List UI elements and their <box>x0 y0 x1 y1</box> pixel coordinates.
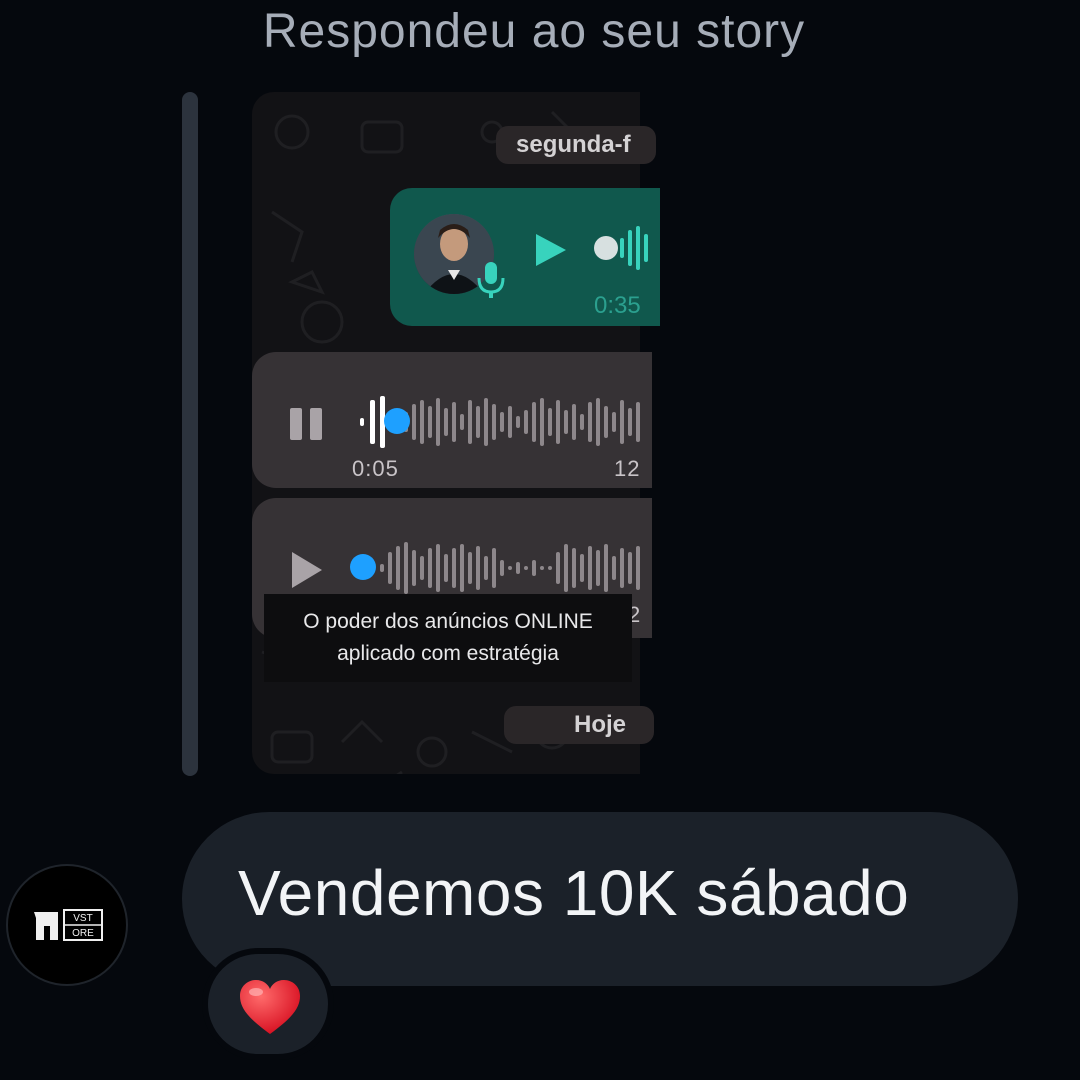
vstore-logo-icon: VST ORE <box>34 909 103 941</box>
reply-indicator-bar <box>182 92 198 776</box>
reaction-badge[interactable] <box>202 948 334 1060</box>
heart-icon <box>240 980 300 1034</box>
svg-text:ORE: ORE <box>72 928 94 939</box>
story-caption: O poder dos anúncios ONLINE aplicado com… <box>264 594 632 682</box>
pause-icon[interactable] <box>290 408 324 440</box>
audio-waveform <box>380 542 640 594</box>
incoming-voice-message: 0:05 12 <box>252 352 652 488</box>
play-icon[interactable] <box>532 232 568 268</box>
date-separator-label: segunda-f <box>516 131 631 158</box>
audio-waveform <box>620 226 648 270</box>
reply-header: Respondeu ao seu story <box>0 4 1080 59</box>
caption-line-2: aplicado com estratégia <box>337 642 559 665</box>
audio-progress-dot[interactable] <box>350 554 376 580</box>
date-separator: segunda-f <box>496 126 656 164</box>
today-separator: Hoje <box>504 706 654 744</box>
mic-icon <box>477 262 505 298</box>
caption-line-1: O poder dos anúncios ONLINE <box>303 610 593 633</box>
reply-header-text: Respondeu ao seu story <box>262 5 806 58</box>
audio-duration: 12 <box>614 456 641 481</box>
message-text: Vendemos 10K sábado <box>238 857 910 929</box>
outgoing-voice-message: 0:35 <box>390 188 660 326</box>
today-separator-label: Hoje <box>574 711 627 738</box>
svg-text:VST: VST <box>73 913 92 924</box>
avatar[interactable]: VST ORE <box>6 864 128 986</box>
audio-duration: 0:35 <box>594 292 641 319</box>
play-icon[interactable] <box>290 550 324 590</box>
audio-current-time: 0:05 <box>352 456 399 481</box>
audio-progress-dot[interactable] <box>384 408 410 434</box>
